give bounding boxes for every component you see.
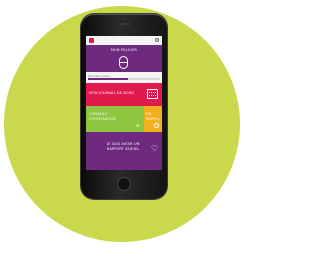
conseils-title: CONSEILS D'UTILISATION xyxy=(89,112,116,121)
journal-title: MON JOURNAL DE BORD xyxy=(89,91,135,95)
rapport-tile[interactable]: JE VAIS AVOIR UN RAPPORT SEXUEL ♡ xyxy=(86,132,162,170)
progress-track xyxy=(88,78,160,80)
rapport-title: JE VAIS AVOIR UN RAPPORT SEXUEL xyxy=(107,142,140,151)
phone-speaker xyxy=(118,23,130,25)
rappel-tile[interactable]: UN RAPPEL xyxy=(144,106,162,132)
rapport-title-line1: JE VAIS AVOIR UN xyxy=(107,142,140,146)
journal-tile[interactable]: MON JOURNAL DE BORD xyxy=(86,83,162,106)
next-dose-row: Prochaine prise xyxy=(86,72,162,83)
front-camera xyxy=(123,17,126,20)
pilulier-tile[interactable]: MON PILULIER xyxy=(86,45,162,72)
heart-icon: ♡ xyxy=(150,144,158,153)
pill-icon xyxy=(119,56,128,69)
rapport-title-line2: RAPPORT SEXUEL xyxy=(107,146,140,151)
plus-icon: + xyxy=(135,123,140,129)
rappel-title-line2: RAPPEL xyxy=(146,116,160,121)
app-topbar xyxy=(86,36,162,45)
conseils-tile[interactable]: CONSEILS D'UTILISATION + xyxy=(86,106,144,132)
app-logo-icon xyxy=(89,38,94,43)
phone: MON PILULIER Prochaine prise MON JOURNAL… xyxy=(81,14,167,199)
phone-screen: MON PILULIER Prochaine prise MON JOURNAL… xyxy=(86,36,162,170)
gear-icon[interactable] xyxy=(155,38,159,42)
rappel-title: UN RAPPEL xyxy=(146,112,160,121)
pilulier-title: MON PILULIER xyxy=(110,48,138,52)
stage: MON PILULIER Prochaine prise MON JOURNAL… xyxy=(0,0,241,268)
home-button[interactable] xyxy=(117,177,131,191)
progress-fill xyxy=(88,78,128,80)
conseils-title-line1: CONSEILS xyxy=(89,112,108,116)
conseils-title-line2: D'UTILISATION xyxy=(89,116,117,121)
clock-icon xyxy=(154,123,159,128)
calendar-icon xyxy=(147,89,158,99)
rappel-title-line1: UN xyxy=(146,112,152,116)
